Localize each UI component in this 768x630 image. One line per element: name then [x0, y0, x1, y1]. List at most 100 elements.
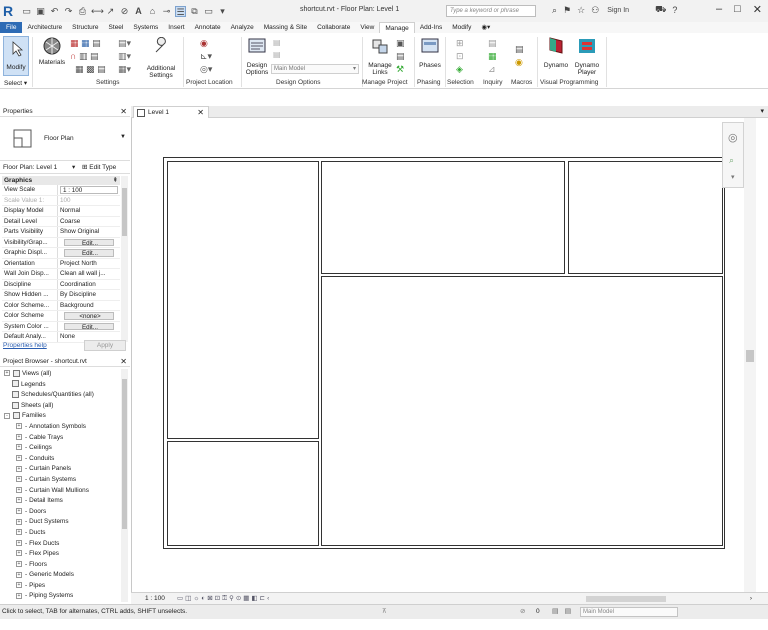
- vertical-scrollbar[interactable]: [744, 118, 756, 592]
- user-icon[interactable]: ⚇: [591, 5, 599, 16]
- filter-icon[interactable]: ⊼: [382, 605, 387, 619]
- shared-params-icon[interactable]: ▥: [79, 51, 88, 61]
- worksets-icon[interactable]: ⊘: [520, 605, 525, 619]
- contextual-tab-toggle-icon[interactable]: ◉▾: [476, 22, 495, 33]
- constraints-icon[interactable]: ⊏: [260, 595, 267, 602]
- property-row[interactable]: Visibility/Grap... Edit...: [2, 237, 120, 248]
- viewport-center-top[interactable]: [321, 161, 565, 274]
- tab-systems[interactable]: Systems: [128, 22, 163, 33]
- tab-steel[interactable]: Steel: [104, 22, 129, 33]
- revit-logo-icon[interactable]: R: [3, 3, 17, 19]
- tree-item[interactable]: + - Piping Systems: [2, 591, 120, 602]
- analytical-icon[interactable]: ◧: [251, 595, 259, 602]
- dynamo-player-button[interactable]: Dynamo Player: [571, 37, 603, 76]
- expand-icon[interactable]: +: [16, 561, 22, 567]
- main-model-status[interactable]: Main Model: [580, 607, 678, 617]
- scroll-left-icon[interactable]: ‹: [267, 595, 271, 602]
- property-value[interactable]: Project North: [58, 259, 120, 269]
- main-model-select[interactable]: Main Model ▾: [271, 64, 359, 74]
- tree-item[interactable]: + - Flex Pipes: [2, 549, 120, 560]
- coordinates-icon[interactable]: ⊾▾: [200, 51, 212, 61]
- expand-icon[interactable]: +: [16, 444, 22, 451]
- expand-icon[interactable]: +: [16, 455, 22, 462]
- expand-icon[interactable]: +: [16, 476, 22, 483]
- tab-architecture[interactable]: Architecture: [22, 22, 67, 33]
- tab-massing-site[interactable]: Massing & Site: [259, 22, 312, 33]
- properties-help-link[interactable]: Properties help: [3, 342, 47, 349]
- snaps-icon[interactable]: ▦: [81, 38, 90, 48]
- dimension-icon[interactable]: ↗: [105, 6, 116, 17]
- search-input[interactable]: Type a keyword or phrase: [446, 5, 536, 17]
- subscription-icon[interactable]: ⚑: [563, 5, 571, 16]
- expand-icon[interactable]: +: [16, 529, 22, 536]
- save-selection-icon[interactable]: ◈: [456, 64, 463, 74]
- undo-icon[interactable]: ↶: [49, 6, 60, 17]
- tree-item[interactable]: + - Generic Models: [2, 570, 120, 581]
- viewport-left-bottom[interactable]: [167, 441, 319, 546]
- tab-insert[interactable]: Insert: [163, 22, 189, 33]
- editable-only-icon[interactable]: ▤: [565, 608, 578, 615]
- property-value[interactable]: Show Original: [58, 227, 120, 237]
- apply-button[interactable]: Apply: [84, 340, 126, 351]
- project-info-icon[interactable]: ▤: [92, 38, 101, 48]
- ids-of-selection-icon[interactable]: ▤: [488, 38, 497, 48]
- property-row[interactable]: Color Scheme <none>: [2, 311, 120, 322]
- section-icon[interactable]: ⊸: [161, 6, 172, 17]
- property-value[interactable]: Background: [58, 301, 120, 311]
- property-row[interactable]: Scale Value 1: 100: [2, 195, 120, 206]
- property-edit-button[interactable]: Edit...: [64, 238, 114, 246]
- open-icon[interactable]: ▭: [21, 6, 32, 17]
- switch-windows-icon[interactable]: ▭: [203, 6, 214, 17]
- global-params-icon[interactable]: ▤: [90, 51, 99, 61]
- restore-icon[interactable]: □: [734, 3, 741, 16]
- viewport-right-top[interactable]: [568, 161, 723, 274]
- expand-icon[interactable]: +: [4, 370, 10, 377]
- help-icon[interactable]: ?: [672, 5, 677, 15]
- tree-item[interactable]: Schedules/Quantities (all): [2, 390, 120, 401]
- tree-item[interactable]: Sheets (all): [2, 401, 120, 412]
- close-icon[interactable]: ✕: [197, 107, 204, 118]
- expand-icon[interactable]: +: [16, 550, 22, 557]
- property-value[interactable]: Coordination: [58, 280, 120, 290]
- modify-button[interactable]: Modify: [3, 36, 29, 76]
- graphics-group[interactable]: Graphics ⇞: [2, 176, 120, 185]
- tree-item[interactable]: + - Ceilings: [2, 443, 120, 454]
- select-panel-label[interactable]: Select ▾: [4, 79, 27, 87]
- close-icon[interactable]: ✕: [120, 106, 127, 117]
- property-value[interactable]: 100: [58, 196, 120, 206]
- tree-item[interactable]: + - Curtain Systems: [2, 475, 120, 486]
- close-icon[interactable]: ✕: [753, 3, 762, 16]
- properties-scrollbar[interactable]: [121, 176, 128, 342]
- expand-icon[interactable]: +: [16, 571, 22, 578]
- tab-annotate[interactable]: Annotate: [190, 22, 226, 33]
- tree-item[interactable]: + - Floors: [2, 560, 120, 571]
- property-row[interactable]: Graphic Displ... Edit...: [2, 248, 120, 259]
- object-styles-icon[interactable]: ▦: [70, 38, 79, 48]
- property-value[interactable]: By Discipline: [58, 290, 120, 300]
- detail-level-icon[interactable]: ▭: [177, 595, 185, 602]
- cart-icon[interactable]: ⛟: [655, 4, 666, 16]
- tree-item[interactable]: + - Pipes: [2, 581, 120, 592]
- property-row[interactable]: View Scale 1 : 100: [2, 185, 120, 196]
- print-icon[interactable]: ⎙: [77, 6, 88, 17]
- macro-security-icon[interactable]: ◉: [515, 57, 523, 67]
- expand-icon[interactable]: +: [16, 508, 22, 515]
- property-row[interactable]: Color Scheme... Background: [2, 300, 120, 311]
- property-row[interactable]: System Color ... Edit...: [2, 321, 120, 332]
- property-value[interactable]: 1 : 100: [60, 186, 118, 194]
- view-scale[interactable]: 1 : 100: [145, 593, 165, 604]
- instance-filter[interactable]: Floor Plan: Level 1 ▾ ⊞ Edit Type: [0, 161, 130, 174]
- tag-icon[interactable]: ⊘: [119, 6, 130, 17]
- dynamo-button[interactable]: Dynamo: [541, 37, 571, 69]
- manage-links-button[interactable]: Manage Links: [366, 37, 394, 76]
- favorites-icon[interactable]: ☆: [577, 5, 585, 16]
- property-edit-button[interactable]: Edit...: [64, 322, 114, 330]
- tab-list-icon[interactable]: ▾: [760, 107, 764, 115]
- horizontal-scrollbar[interactable]: [466, 595, 766, 603]
- pick-to-edit-icon[interactable]: ▤: [273, 50, 281, 59]
- expand-icon[interactable]: +: [16, 497, 22, 504]
- customize-qat-icon[interactable]: ▾: [217, 6, 228, 17]
- decal-types-icon[interactable]: ⚒: [396, 64, 404, 74]
- tree-item[interactable]: + - Curtain Panels: [2, 464, 120, 475]
- redo-icon[interactable]: ↷: [63, 6, 74, 17]
